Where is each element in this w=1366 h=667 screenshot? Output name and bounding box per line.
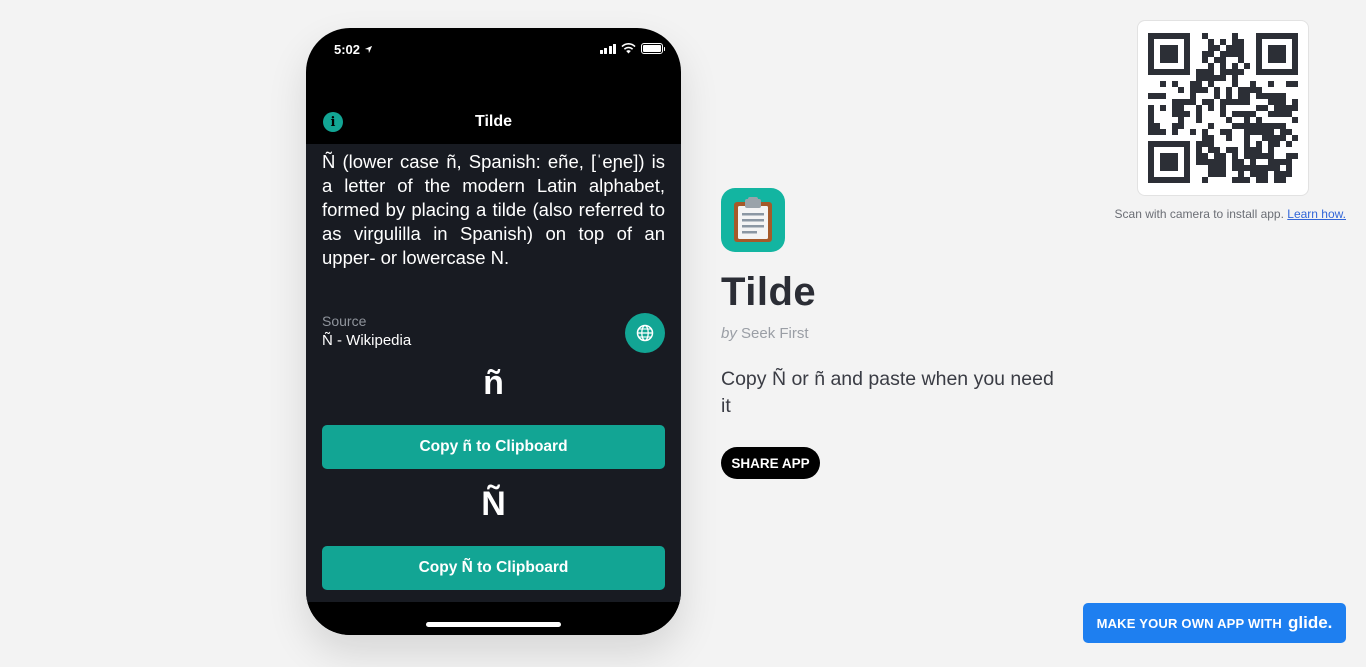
bottom-bar bbox=[306, 602, 681, 635]
info-icon[interactable]: i bbox=[323, 112, 343, 132]
open-source-button[interactable] bbox=[625, 313, 665, 353]
glide-logo: glide. bbox=[1288, 613, 1333, 632]
app-description: Copy Ñ or ñ and paste when you need it bbox=[721, 368, 1054, 417]
letter-description: Ñ (lower case ñ, Spanish: eñe, [ˈeɲe]) i… bbox=[322, 151, 665, 268]
source-value: Ñ - Wikipedia bbox=[322, 332, 412, 349]
location-arrow-icon bbox=[364, 45, 373, 54]
copy-lowercase-button[interactable]: Copy ñ to Clipboard bbox=[322, 425, 665, 469]
clipboard-icon bbox=[734, 197, 772, 242]
app-icon bbox=[721, 188, 785, 252]
status-time-text: 5:02 bbox=[334, 42, 361, 57]
copy-uppercase-button[interactable]: Copy Ñ to Clipboard bbox=[322, 546, 665, 590]
status-time: 5:02 bbox=[334, 42, 373, 57]
byline-prefix: by bbox=[721, 325, 737, 342]
app-header: i Tilde bbox=[306, 100, 681, 144]
wifi-icon bbox=[621, 43, 636, 54]
lowercase-letter: ñ bbox=[483, 364, 504, 402]
status-icons bbox=[599, 43, 665, 54]
phone-content: Ñ (lower case ñ, Spanish: eñe, [ˈeɲe]) i… bbox=[306, 144, 681, 630]
battery-icon bbox=[641, 43, 665, 54]
status-bar: 5:02 bbox=[306, 28, 681, 72]
scan-text: Scan with camera to install app. bbox=[1114, 207, 1284, 221]
qr-code bbox=[1137, 20, 1309, 196]
app-byline: by Seek First bbox=[721, 325, 809, 342]
learn-how-link[interactable]: Learn how. bbox=[1287, 207, 1346, 221]
uppercase-letter: Ñ bbox=[481, 485, 506, 523]
banner-text: MAKE YOUR OWN APP WITH bbox=[1096, 615, 1283, 631]
phone-preview: 5:02 i Tilde Ñ (lower case ñ, Spanish: e… bbox=[306, 28, 681, 635]
source-label: Source bbox=[322, 313, 367, 329]
scan-instructions: Scan with camera to install app. Learn h… bbox=[1040, 207, 1346, 221]
app-author: Seek First bbox=[741, 325, 809, 342]
app-title: Tilde bbox=[721, 270, 817, 314]
qr-code-image bbox=[1148, 33, 1298, 183]
app-header-title: Tilde bbox=[474, 113, 513, 130]
globe-icon bbox=[636, 324, 654, 342]
share-app-button[interactable]: SHARE APP bbox=[721, 447, 820, 479]
home-indicator bbox=[426, 622, 561, 627]
cellular-signal-icon bbox=[599, 43, 616, 54]
make-your-own-app-banner[interactable]: MAKE YOUR OWN APP WITH glide. bbox=[1083, 603, 1346, 643]
